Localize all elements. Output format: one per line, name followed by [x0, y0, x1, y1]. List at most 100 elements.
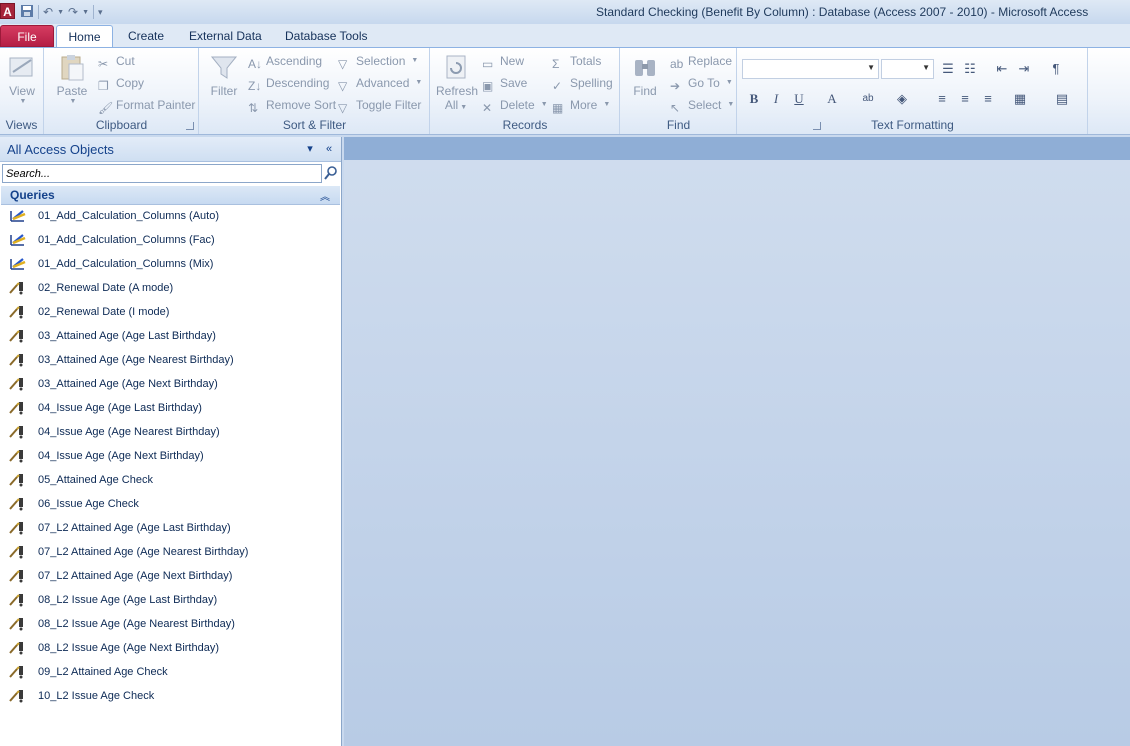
filter-button[interactable]: Filter: [204, 52, 244, 98]
descending-label: Descending: [266, 76, 330, 90]
search-input[interactable]: [2, 164, 322, 183]
list-item[interactable]: 01_Add_Calculation_Columns (Fac): [0, 228, 340, 252]
query-name: 04_Issue Age (Age Last Birthday): [38, 402, 202, 414]
list-item[interactable]: 07_L2 Attained Age (Age Next Birthday): [0, 564, 340, 588]
descending-button[interactable]: Z↓ Descending: [248, 73, 329, 93]
nav-menu-dropdown-icon[interactable]: ▾: [303, 141, 317, 157]
font-color-button[interactable]: A: [822, 89, 842, 109]
navigation-pane: All Access Objects ▾ « Queries ︽ 01_Add_…: [0, 137, 342, 746]
underline-button[interactable]: U: [789, 89, 809, 109]
bold-button[interactable]: B: [744, 89, 764, 109]
paragraph-direction-icon[interactable]: ¶: [1046, 59, 1066, 79]
align-left-icon[interactable]: ≡: [932, 89, 952, 109]
list-item[interactable]: 01_Add_Calculation_Columns (Auto): [0, 204, 340, 228]
list-item[interactable]: 05_Attained Age Check: [0, 468, 340, 492]
query-name: 03_Attained Age (Age Last Birthday): [38, 330, 216, 342]
go-to-button[interactable]: ➔ Go To ▼: [670, 73, 733, 93]
save-icon[interactable]: [20, 4, 34, 21]
select-query-icon: [9, 352, 27, 368]
font-size-combo[interactable]: ▼: [881, 59, 934, 79]
views-group-label: Views: [5, 118, 38, 132]
ascending-button[interactable]: A↓ Ascending: [248, 51, 322, 71]
select-query-icon: [9, 304, 27, 320]
clipboard-group: Paste ▼ ✂ Cut ❐ Copy 🖌 Format Painter Clipb…: [45, 48, 199, 134]
tab-database-tools[interactable]: Database Tools: [275, 25, 378, 47]
shutter-bar-collapse-icon[interactable]: «: [322, 141, 336, 157]
remove-sort-button[interactable]: ⇅ Remove Sort: [248, 95, 336, 115]
query-name: 07_L2 Attained Age (Age Next Birthday): [38, 570, 233, 582]
list-item[interactable]: 08_L2 Issue Age (Age Nearest Birthday): [0, 612, 340, 636]
toggle-filter-icon: ▽: [338, 101, 348, 115]
numbering-icon[interactable]: ☷: [960, 59, 980, 79]
bullets-icon[interactable]: ☰: [938, 59, 958, 79]
fill-color-icon[interactable]: ◈: [892, 89, 912, 109]
undo-icon[interactable]: ↶: [43, 5, 53, 19]
highlight-color-icon[interactable]: ab: [858, 89, 878, 109]
access-app-icon[interactable]: A: [0, 3, 15, 19]
gridlines-icon[interactable]: ▦: [1010, 89, 1030, 109]
list-item[interactable]: 08_L2 Issue Age (Age Last Birthday): [0, 588, 340, 612]
align-center-icon[interactable]: ≡: [955, 89, 975, 109]
clipboard-launcher-icon[interactable]: [186, 122, 194, 130]
view-button[interactable]: View ▼: [2, 52, 42, 105]
tab-create[interactable]: Create: [118, 25, 174, 47]
copy-button[interactable]: ❐ Copy: [98, 73, 144, 93]
font-name-combo[interactable]: ▼: [742, 59, 879, 79]
undo-dropdown-icon[interactable]: ▼: [57, 9, 64, 16]
list-item[interactable]: 07_L2 Attained Age (Age Last Birthday): [0, 516, 340, 540]
list-item[interactable]: 03_Attained Age (Age Next Birthday): [0, 372, 340, 396]
italic-button[interactable]: I: [766, 89, 786, 109]
text-formatting-launcher-icon[interactable]: [813, 122, 821, 130]
paste-button[interactable]: Paste ▼: [52, 52, 92, 105]
align-right-icon[interactable]: ≡: [978, 89, 998, 109]
go-to-dropdown-icon: ▼: [725, 79, 733, 86]
select-query-icon: [9, 328, 27, 344]
tab-file[interactable]: File: [0, 25, 54, 47]
clipboard-group-label: Clipboard: [95, 118, 148, 132]
list-item[interactable]: 06_Issue Age Check: [0, 492, 340, 516]
tab-home[interactable]: Home: [56, 25, 113, 47]
collapse-group-icon[interactable]: ︽: [320, 188, 330, 203]
list-item[interactable]: 08_L2 Issue Age (Age Next Birthday): [0, 636, 340, 660]
text-formatting-group-label: Text Formatting: [871, 118, 954, 132]
select-query-icon: [9, 472, 27, 488]
nav-pane-header[interactable]: All Access Objects ▾ «: [0, 137, 341, 162]
more-button[interactable]: ▦ More ▼: [552, 95, 610, 115]
list-item[interactable]: 04_Issue Age (Age Last Birthday): [0, 396, 340, 420]
save-record-button[interactable]: ▣ Save: [482, 73, 527, 93]
list-item[interactable]: 10_L2 Issue Age Check: [0, 684, 340, 708]
cut-button[interactable]: ✂ Cut: [98, 51, 135, 71]
redo-icon[interactable]: ↷: [68, 5, 78, 19]
new-record-button[interactable]: ▭ New: [482, 51, 524, 71]
redo-dropdown-icon[interactable]: ▼: [82, 9, 89, 16]
selection-button[interactable]: ▽ Selection ▼: [338, 51, 418, 71]
list-item[interactable]: 01_Add_Calculation_Columns (Mix): [0, 252, 340, 276]
customize-qat-icon[interactable]: ▾: [98, 7, 103, 18]
records-group: Refresh All ▼ ▭ New ▣ Save ✕ Delete ▼ Σ Totals…: [431, 48, 620, 134]
list-item[interactable]: 02_Renewal Date (A mode): [0, 276, 340, 300]
replace-button[interactable]: ab Replace: [670, 51, 732, 71]
alternate-row-color-icon[interactable]: ▤: [1052, 89, 1072, 109]
advanced-button[interactable]: ▽ Advanced ▼: [338, 73, 422, 93]
queries-group-header[interactable]: Queries ︽: [1, 186, 340, 205]
list-item[interactable]: 09_L2 Attained Age Check: [0, 660, 340, 684]
decrease-indent-icon[interactable]: ⇤: [992, 59, 1012, 79]
list-item[interactable]: 04_Issue Age (Age Nearest Birthday): [0, 420, 340, 444]
list-item[interactable]: 02_Renewal Date (I mode): [0, 300, 340, 324]
list-item[interactable]: 03_Attained Age (Age Nearest Birthday): [0, 348, 340, 372]
spelling-button[interactable]: ✓ Spelling: [552, 73, 613, 93]
format-painter-button[interactable]: 🖌 Format Painter: [98, 95, 195, 115]
delete-button[interactable]: ✕ Delete ▼: [482, 95, 548, 115]
find-button[interactable]: Find: [625, 52, 665, 98]
list-item[interactable]: 04_Issue Age (Age Next Birthday): [0, 444, 340, 468]
toggle-filter-button[interactable]: ▽ Toggle Filter: [338, 95, 421, 115]
tab-external-data[interactable]: External Data: [179, 25, 272, 47]
list-item[interactable]: 03_Attained Age (Age Last Birthday): [0, 324, 340, 348]
totals-button[interactable]: Σ Totals: [552, 51, 601, 71]
select-button[interactable]: ↖ Select ▼: [670, 95, 734, 115]
search-icon[interactable]: [323, 165, 339, 182]
go-to-label: Go To: [688, 76, 720, 90]
refresh-all-button[interactable]: Refresh All ▼: [436, 52, 478, 112]
list-item[interactable]: 07_L2 Attained Age (Age Nearest Birthday…: [0, 540, 340, 564]
increase-indent-icon[interactable]: ⇥: [1014, 59, 1034, 79]
